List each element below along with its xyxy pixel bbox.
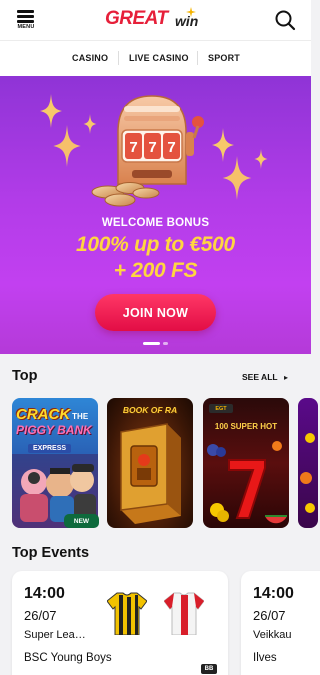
game-logo-crack-piggy: CRACK THE PIGGY BANK EXPRESS <box>16 406 94 455</box>
sparkle-icon <box>53 125 81 167</box>
game-artwork <box>300 433 315 513</box>
game-card-100-super-hot[interactable]: EGT 100 SUPER HOT <box>203 398 289 528</box>
menu-label: MENU <box>17 24 35 30</box>
event-date: 26/07 <box>24 608 57 623</box>
sparkle-icon <box>254 149 268 169</box>
event-card[interactable]: 14:00 26/07 Veikkau Ilves <box>241 571 320 675</box>
event-league: Super Lea… <box>24 629 86 641</box>
game-title-the: THE <box>72 412 89 421</box>
hero-offer-line2: + 200 FS <box>113 259 198 282</box>
hero-offer-line1: 100% up to €500 <box>76 233 235 256</box>
logo-great-text: GREAT <box>105 8 168 29</box>
hamburger-icon-bar <box>17 20 34 23</box>
top-section-title: Top <box>12 368 38 384</box>
chevron-right-icon[interactable]: ▸ <box>284 373 288 382</box>
game-title-100-super-hot: 100 SUPER HOT <box>214 422 278 431</box>
welcome-bonus-banner[interactable]: 7 7 7 WELCOME BONUS 100% up to €500 + 20… <box>0 76 311 354</box>
seven-artwork <box>207 441 287 524</box>
game-card-partial[interactable] <box>298 398 318 528</box>
event-time: 14:00 <box>253 585 294 602</box>
game-card-book-of-ra[interactable]: BOOK OF RA <box>107 398 193 528</box>
event-time: 14:00 <box>24 585 65 602</box>
bet-builder-badge: BB <box>201 664 217 674</box>
event-league: Veikkau <box>253 629 292 641</box>
nav-divider <box>118 51 119 65</box>
sparkle-icon <box>40 94 62 128</box>
svg-text:7: 7 <box>167 139 175 156</box>
tab-live-casino[interactable]: LIVE CASINO <box>129 53 189 63</box>
sparkle-icon <box>222 156 252 200</box>
search-icon <box>275 10 296 31</box>
game-title-crack: CRACK <box>16 406 71 423</box>
app-header: MENU GREAT win <box>0 0 311 40</box>
event-card[interactable]: 14:00 26/07 Super Lea… BSC Young Boys BB <box>12 571 228 675</box>
carousel-dot-active[interactable] <box>143 342 160 345</box>
game-provider-label: EGT <box>209 404 233 413</box>
svg-text:7: 7 <box>148 139 156 156</box>
nav-divider <box>197 51 198 65</box>
menu-button[interactable]: MENU <box>14 10 38 32</box>
tab-sport[interactable]: SPORT <box>208 53 240 63</box>
top-events-title: Top Events <box>12 545 90 561</box>
tab-casino[interactable]: CASINO <box>72 53 108 63</box>
category-nav: CASINO LIVE CASINO SPORT <box>0 40 311 76</box>
away-team-jersey-icon <box>164 592 204 635</box>
brand-logo[interactable]: GREAT win <box>105 7 209 34</box>
game-title-book-of-ra: BOOK OF RA <box>122 405 178 415</box>
slot-machine-illustration: 7 7 7 <box>91 95 204 207</box>
svg-text:7: 7 <box>129 139 137 156</box>
home-team-jersey-icon <box>107 592 147 635</box>
game-title-express: EXPRESS <box>28 444 72 453</box>
hamburger-icon-bar <box>17 15 34 18</box>
hero-title: WELCOME BONUS <box>101 217 210 229</box>
book-artwork <box>120 423 181 524</box>
search-button[interactable] <box>274 9 296 31</box>
carousel-dot[interactable] <box>163 342 168 345</box>
event-date: 26/07 <box>253 608 286 623</box>
new-badge: NEW <box>64 514 99 528</box>
hamburger-icon <box>17 10 34 13</box>
game-title-piggy-bank: PIGGY BANK <box>16 423 92 437</box>
event-home-team: Ilves <box>253 652 277 664</box>
event-home-team: BSC Young Boys <box>24 652 112 664</box>
game-card-crack-the-piggy-bank[interactable]: CRACK THE PIGGY BANK EXPRESS <box>12 398 98 528</box>
join-now-button[interactable]: JOIN NOW <box>95 294 216 331</box>
see-all-link[interactable]: SEE ALL <box>242 372 278 382</box>
logo-star-icon <box>186 7 196 17</box>
